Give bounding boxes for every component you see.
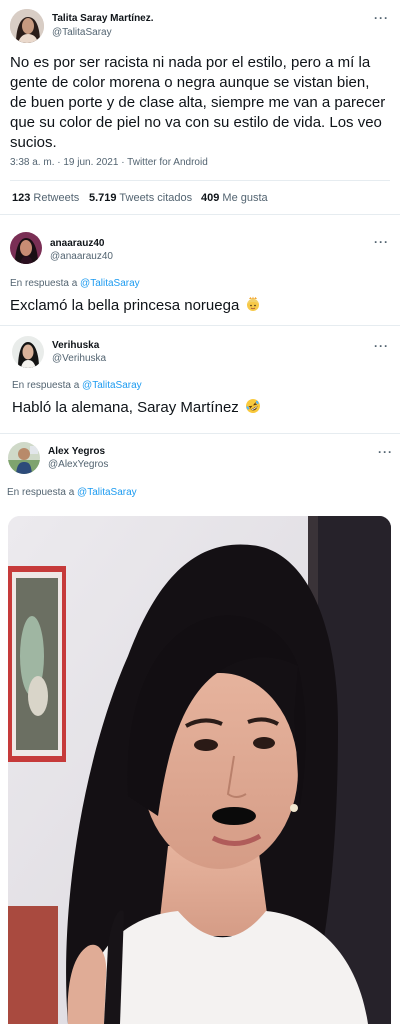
tweet-text: No es por ser racista ni nada por el est…: [10, 54, 386, 151]
photo-image: [8, 516, 391, 1024]
author-handle[interactable]: @TalitaSaray: [52, 27, 112, 38]
divider: [0, 214, 400, 215]
likes-label: Me gusta: [222, 192, 268, 204]
reply-tweet: anaarauz40 @anaarauz40 ··· En respuesta …: [0, 222, 400, 326]
reply-tweet: Verihuska @Verihuska ··· En respuesta a …: [0, 326, 400, 434]
retweets-label: Retweets: [33, 192, 80, 204]
reply-context: En respuesta a @TalitaSaray: [12, 380, 142, 391]
avatar-image: [10, 9, 44, 43]
avatar-image: [10, 232, 42, 264]
reply-context: En respuesta a @TalitaSaray: [7, 487, 137, 498]
tweet-date[interactable]: 19 jun. 2021: [63, 157, 118, 168]
avatar[interactable]: [8, 442, 40, 474]
more-options-icon[interactable]: ···: [374, 340, 389, 352]
reply-context: En respuesta a @TalitaSaray: [10, 278, 140, 289]
meta-separator: ·: [57, 157, 61, 168]
avatar[interactable]: [12, 336, 44, 368]
rolling-on-floor-laughing-emoji: [245, 399, 260, 413]
likes-count: 409: [201, 192, 220, 204]
reply-photo[interactable]: [8, 516, 391, 1024]
reply-tweet: Alex Yegros @AlexYegros ··· En respuesta…: [0, 434, 400, 1024]
avatar[interactable]: [10, 232, 42, 264]
quotes-label: Tweets citados: [119, 192, 193, 204]
author-name[interactable]: Alex Yegros: [48, 446, 105, 457]
avatar-image: [12, 336, 44, 368]
reply-prefix: En respuesta a: [7, 487, 75, 498]
reply-text: Habló la alemana, Saray Martínez: [12, 399, 239, 416]
reply-prefix: En respuesta a: [12, 380, 80, 391]
retweets-count: 123: [12, 192, 31, 204]
author-name[interactable]: Verihuska: [52, 340, 99, 351]
avatar-image: [8, 442, 40, 474]
more-options-icon[interactable]: ···: [374, 12, 389, 24]
avatar[interactable]: [10, 9, 44, 43]
author-handle[interactable]: @AlexYegros: [48, 459, 108, 470]
author-handle[interactable]: @Verihuska: [52, 353, 106, 364]
reply-prefix: En respuesta a: [10, 278, 78, 289]
likes-stat[interactable]: 409 Me gusta: [201, 192, 268, 204]
reply-text-row: Habló la alemana, Saray Martínez: [12, 398, 392, 418]
meta-separator: ·: [121, 157, 125, 168]
reply-text-row: Exclamó la bella princesa noruega: [10, 296, 390, 316]
reply-mention[interactable]: @TalitaSaray: [80, 278, 140, 289]
author-handle[interactable]: @anaarauz40: [50, 251, 113, 262]
more-options-icon[interactable]: ···: [374, 236, 389, 248]
divider: [10, 180, 390, 181]
quotes-stat[interactable]: 5.719 Tweets citados: [89, 192, 192, 204]
reply-mention[interactable]: @TalitaSaray: [82, 380, 142, 391]
tweet-meta: 3:38 a. m. · 19 jun. 2021 · Twitter for …: [10, 157, 208, 168]
main-tweet: Talita Saray Martínez. @TalitaSaray ··· …: [0, 0, 400, 222]
reply-mention[interactable]: @TalitaSaray: [77, 487, 137, 498]
tweet-time[interactable]: 3:38 a. m.: [10, 157, 54, 168]
princess-emoji: [247, 296, 260, 311]
tweet-source: Twitter for Android: [127, 157, 208, 168]
reply-text: Exclamó la bella princesa noruega: [10, 297, 240, 314]
author-name[interactable]: Talita Saray Martínez.: [52, 13, 154, 24]
quotes-count: 5.719: [89, 192, 117, 204]
retweets-stat[interactable]: 123 Retweets: [12, 192, 79, 204]
author-name[interactable]: anaarauz40: [50, 238, 104, 249]
more-options-icon[interactable]: ···: [378, 446, 393, 458]
